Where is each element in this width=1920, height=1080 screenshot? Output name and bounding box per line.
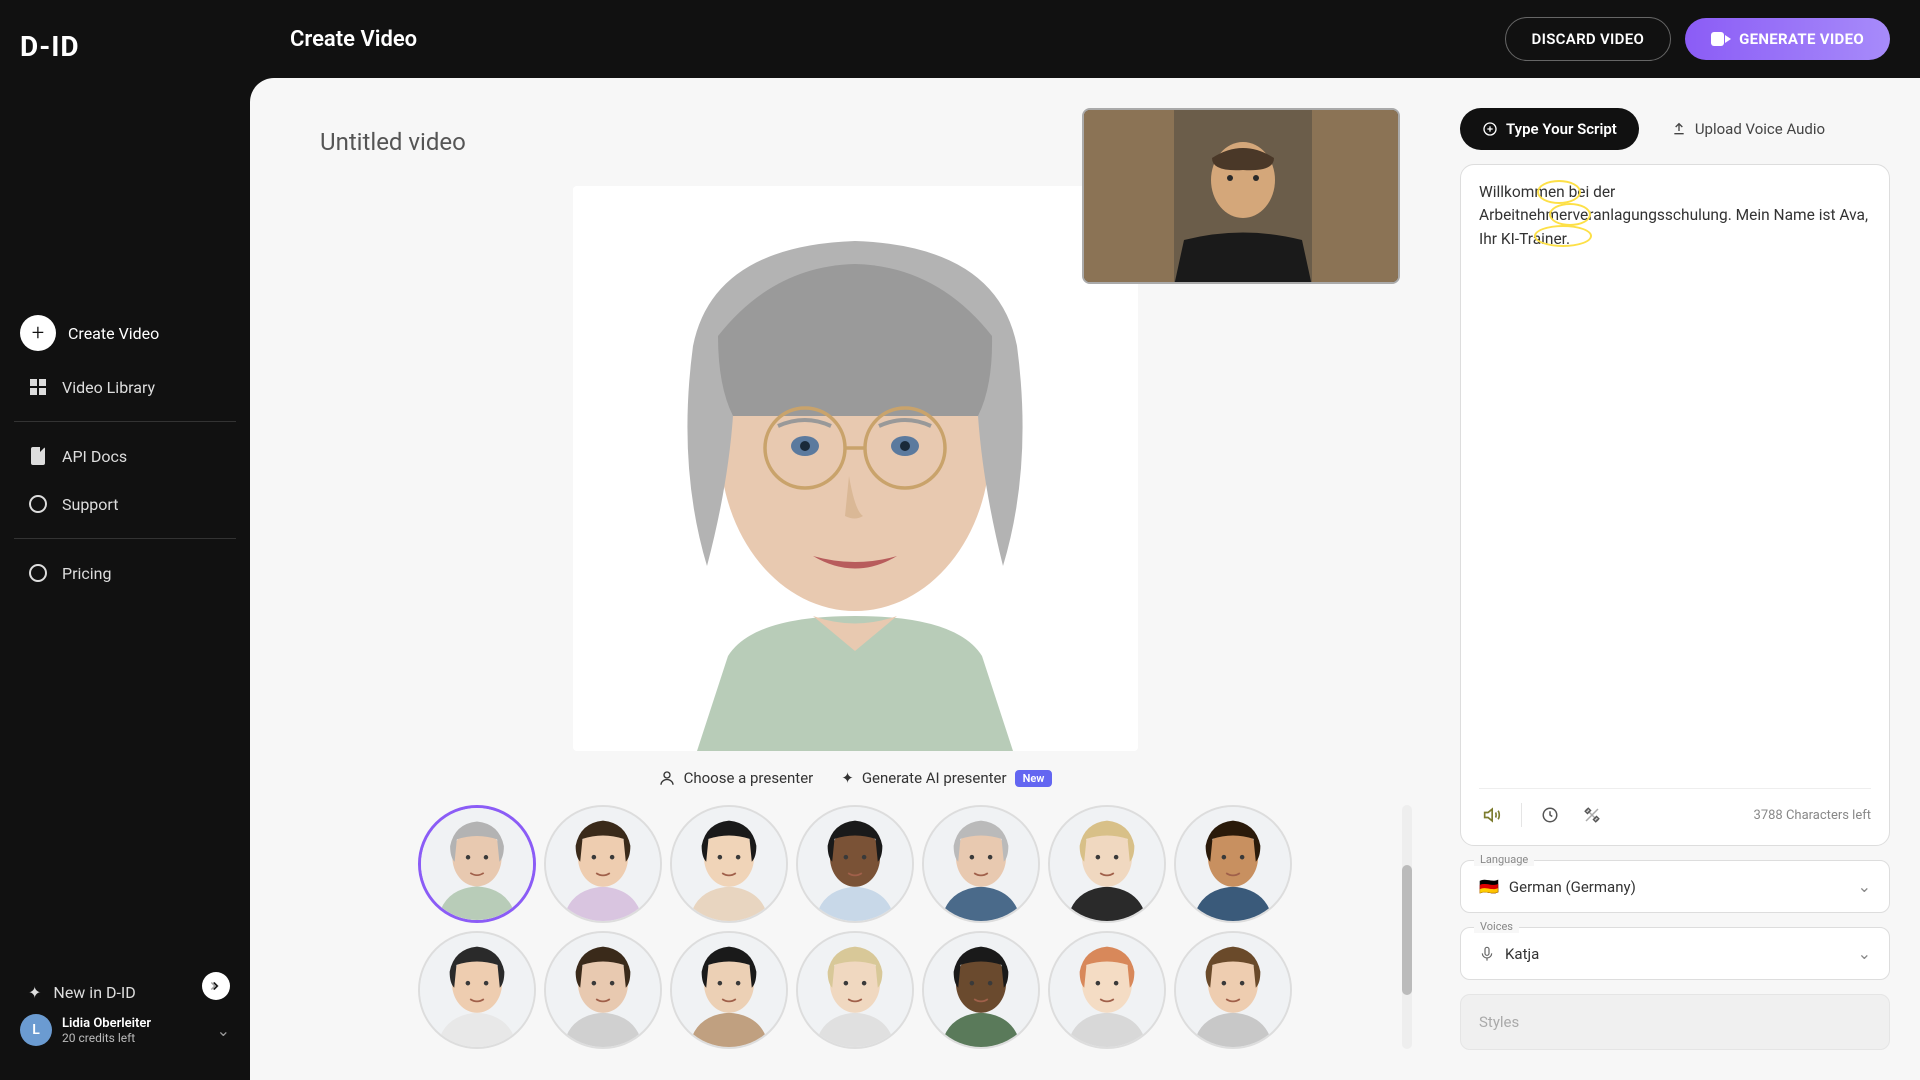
- logo[interactable]: D-ID: [0, 20, 250, 103]
- script-tabs: Type Your Script Upload Voice Audio: [1460, 108, 1890, 150]
- presenter-thumb[interactable]: [544, 805, 662, 923]
- generate-ai-label: Generate AI presenter: [862, 769, 1007, 787]
- plus-circle-icon: [1482, 121, 1498, 137]
- presenter-thumb[interactable]: [922, 805, 1040, 923]
- sidebar-item-api-docs[interactable]: API Docs: [0, 432, 250, 480]
- script-textarea[interactable]: [1479, 181, 1871, 788]
- generate-button[interactable]: GENERATE VIDEO: [1685, 18, 1890, 60]
- voice-label: Voices: [1474, 920, 1519, 933]
- grid-icon: [28, 377, 48, 397]
- language-select-group: Language 🇩🇪 German (Germany) ⌄: [1460, 860, 1890, 913]
- sidebar-item-label: Pricing: [62, 564, 112, 583]
- sidebar-item-label: Support: [62, 495, 118, 514]
- script-box: 3788 Characters left: [1460, 164, 1890, 846]
- sidebar-item-support[interactable]: Support: [0, 480, 250, 528]
- user-menu[interactable]: L Lidia Oberleiter 20 credits left ⌄: [0, 1000, 250, 1060]
- presenter-thumb[interactable]: [418, 931, 536, 1049]
- pause-insert-button[interactable]: [1536, 801, 1564, 829]
- scrollbar-thumb[interactable]: [1402, 865, 1412, 995]
- presenter-thumb[interactable]: [1174, 931, 1292, 1049]
- presenter-preview[interactable]: [573, 186, 1138, 751]
- presenter-thumb[interactable]: [544, 931, 662, 1049]
- sidebar-item-label: New in D-ID: [53, 983, 135, 1002]
- canvas-area: Untitled video: [280, 108, 1430, 1050]
- create-video-button[interactable]: + Create Video: [0, 303, 250, 363]
- sparkle-icon: ✦: [28, 983, 41, 1002]
- workspace: Untitled video: [250, 78, 1920, 1080]
- main: Create Video DISCARD VIDEO GENERATE VIDE…: [250, 0, 1920, 1080]
- tab-type-script[interactable]: Type Your Script: [1460, 108, 1639, 150]
- plus-icon: +: [20, 315, 56, 351]
- presenter-thumb[interactable]: [1048, 931, 1166, 1049]
- webcam-preview[interactable]: [1082, 108, 1400, 284]
- new-badge: New: [1015, 770, 1053, 787]
- create-video-label: Create Video: [68, 324, 159, 343]
- expand-sidebar-button[interactable]: [202, 972, 230, 1000]
- sparkle-icon: ✦: [841, 769, 854, 787]
- person-icon: [658, 769, 676, 787]
- camera-icon: [1711, 32, 1731, 46]
- presenter-thumb[interactable]: [796, 805, 914, 923]
- sidebar-item-pricing[interactable]: Pricing: [0, 549, 250, 597]
- script-panel: Type Your Script Upload Voice Audio: [1460, 108, 1890, 1050]
- user-info: Lidia Oberleiter 20 credits left: [62, 1016, 207, 1045]
- presenter-controls: Choose a presenter ✦ Generate AI present…: [280, 751, 1430, 805]
- char-count: 3788 Characters left: [1754, 808, 1871, 823]
- presenter-thumb[interactable]: [670, 805, 788, 923]
- voice-select-group: Voices Katja ⌄: [1460, 927, 1890, 980]
- scrollbar[interactable]: [1402, 805, 1412, 1049]
- choose-presenter-label: Choose a presenter: [684, 769, 814, 787]
- styles-label: Styles: [1479, 1013, 1519, 1031]
- settings-button[interactable]: [1578, 801, 1606, 829]
- flag-icon: 🇩🇪: [1479, 877, 1499, 896]
- choose-presenter-button[interactable]: Choose a presenter: [658, 769, 814, 787]
- sidebar: D-ID + Create Video Video Library API Do…: [0, 0, 250, 1080]
- language-select[interactable]: 🇩🇪 German (Germany) ⌄: [1460, 860, 1890, 913]
- voice-select[interactable]: Katja ⌄: [1460, 927, 1890, 980]
- script-footer: 3788 Characters left: [1479, 788, 1871, 829]
- voice-icon: [1479, 945, 1495, 963]
- presenter-thumb[interactable]: [418, 805, 536, 923]
- webcam-image: [1084, 110, 1400, 284]
- presenter-thumb[interactable]: [670, 931, 788, 1049]
- avatar: L: [20, 1014, 52, 1046]
- divider: [14, 538, 236, 539]
- presenter-grid[interactable]: [378, 805, 1332, 1049]
- listen-button[interactable]: [1479, 801, 1507, 829]
- chevron-down-icon: ⌄: [217, 1021, 230, 1040]
- presenter-thumb[interactable]: [1048, 805, 1166, 923]
- discard-button[interactable]: DISCARD VIDEO: [1505, 17, 1672, 61]
- language-label: Language: [1474, 853, 1534, 866]
- tab-label: Type Your Script: [1506, 120, 1617, 138]
- topbar: Create Video DISCARD VIDEO GENERATE VIDE…: [250, 0, 1920, 78]
- user-name: Lidia Oberleiter: [62, 1016, 207, 1031]
- chevron-down-icon: ⌄: [1858, 877, 1871, 896]
- tab-label: Upload Voice Audio: [1695, 120, 1825, 138]
- user-credits: 20 credits left: [62, 1031, 207, 1045]
- generate-ai-presenter-button[interactable]: ✦ Generate AI presenter New: [841, 769, 1052, 787]
- styles-select[interactable]: Styles: [1460, 994, 1890, 1050]
- presenter-image: [573, 186, 1138, 751]
- sidebar-item-label: API Docs: [62, 447, 127, 466]
- divider: [14, 421, 236, 422]
- generate-label: GENERATE VIDEO: [1739, 30, 1864, 48]
- language-value: German (Germany): [1509, 878, 1848, 896]
- document-icon: [28, 446, 48, 466]
- tab-upload-audio[interactable]: Upload Voice Audio: [1649, 108, 1847, 150]
- presenter-thumb[interactable]: [1174, 805, 1292, 923]
- sidebar-item-library[interactable]: Video Library: [0, 363, 250, 411]
- upload-icon: [1671, 121, 1687, 137]
- presenter-thumb[interactable]: [922, 931, 1040, 1049]
- chevron-down-icon: ⌄: [1858, 944, 1871, 963]
- page-title: Create Video: [290, 27, 417, 52]
- sidebar-item-label: Video Library: [62, 378, 155, 397]
- voice-value: Katja: [1505, 945, 1848, 963]
- presenter-thumb[interactable]: [796, 931, 914, 1049]
- help-icon: [28, 494, 48, 514]
- pricing-icon: [28, 563, 48, 583]
